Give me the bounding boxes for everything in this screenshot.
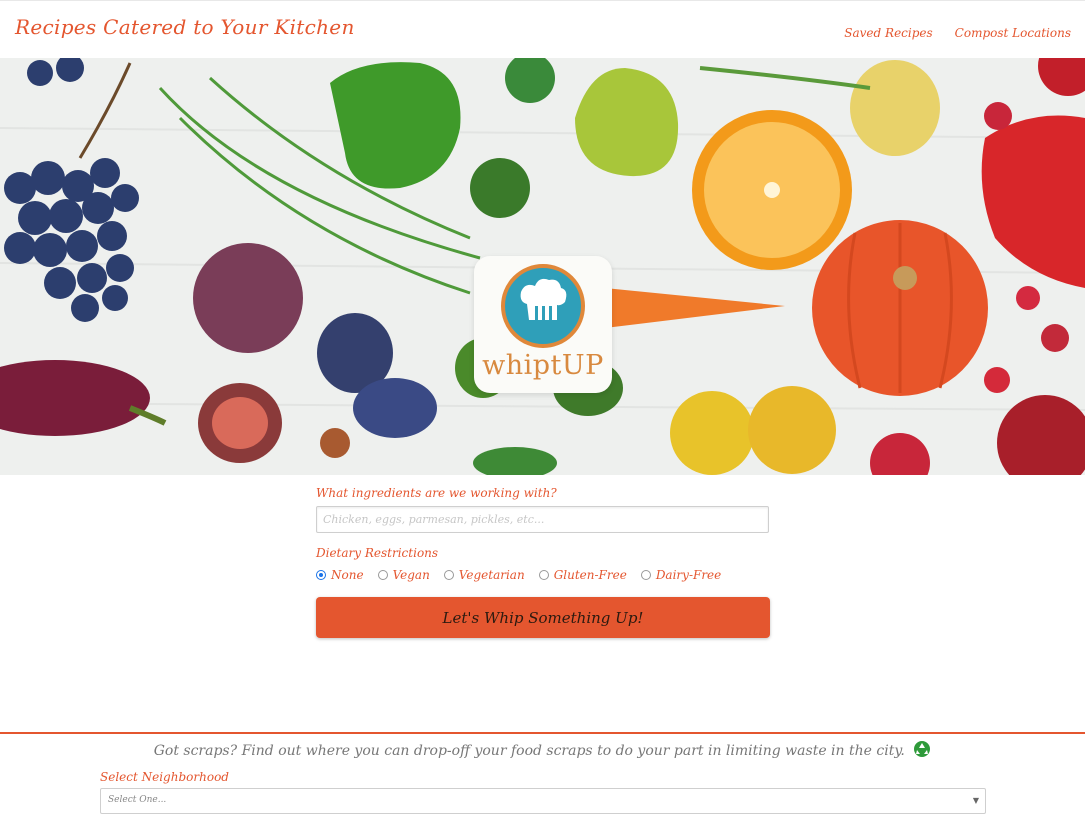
header: Recipes Catered to Your Kitchen Saved Re… [0,0,1085,58]
recipe-search-form: What ingredients are we working with? Di… [316,486,770,638]
submit-button[interactable]: Let's Whip Something Up! [316,597,770,638]
radio-gluten-free-label: Gluten-Free [553,568,627,582]
radio-vegan-button[interactable] [377,570,388,580]
compost-message: Got scraps? Find out where you can drop-… [0,740,1085,759]
brand-title[interactable]: Recipes Catered to Your Kitchen [15,15,355,39]
nav-saved-recipes[interactable]: Saved Recipes [844,26,932,40]
radio-dairy-free-label: Dairy-Free [655,568,722,582]
radio-gluten-free-button[interactable] [538,570,549,580]
chef-hat-utensils-logo-icon [501,264,585,348]
radio-none-label: None [331,568,364,582]
section-divider [0,732,1085,734]
whiptup-logo: whiptUP [474,256,612,393]
logo-wordmark: whiptUP [482,350,604,381]
neighborhood-label: Select Neighborhood [100,770,229,784]
radio-vegetarian-label: Vegetarian [458,568,525,582]
radio-none-button[interactable] [316,570,326,580]
neighborhood-select-value: Select One... [108,795,167,805]
ingredients-label: What ingredients are we working with? [316,486,557,500]
nav-compost-locations[interactable]: Compost Locations [955,26,1071,40]
dietary-restrictions-label: Dietary Restrictions [316,546,439,560]
radio-vegetarian-button[interactable] [443,570,454,580]
radio-vegetarian[interactable]: Vegetarian [443,568,525,582]
recycle-icon [913,740,931,758]
compost-message-text: Got scraps? Find out where you can drop-… [153,743,905,759]
radio-dairy-free-button[interactable] [640,570,651,580]
dietary-radio-group: None Vegan Vegetarian Gluten-Free Dairy-… [316,568,770,582]
radio-none[interactable]: None [316,568,364,582]
hero-banner: whiptUP [0,58,1085,475]
ingredients-input[interactable] [316,506,769,533]
radio-vegan-label: Vegan [392,568,430,582]
chevron-down-icon: ▼ [972,796,979,805]
radio-dairy-free[interactable]: Dairy-Free [640,568,722,582]
neighborhood-select[interactable]: Select One... ▼ [100,788,986,814]
nav-links: Saved Recipes Compost Locations [844,26,1071,40]
radio-vegan[interactable]: Vegan [377,568,430,582]
radio-gluten-free[interactable]: Gluten-Free [538,568,627,582]
